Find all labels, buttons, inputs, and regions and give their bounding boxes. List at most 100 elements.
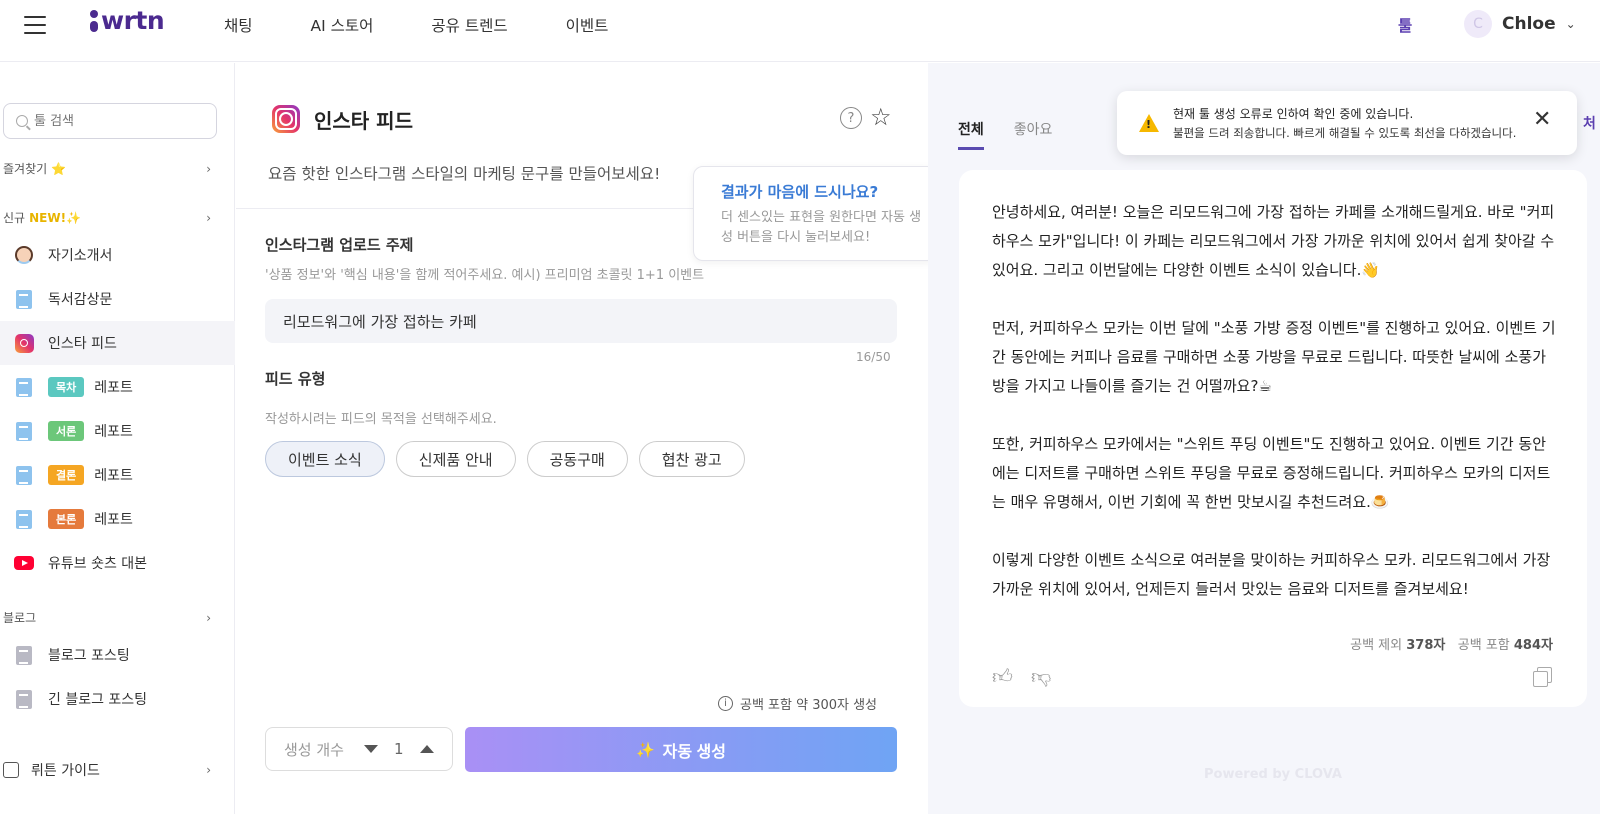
- guide-label: 뤼튼 가이드: [31, 763, 100, 779]
- chevron-right-icon: ›: [206, 161, 211, 176]
- user-menu[interactable]: C Chloe ⌄: [1464, 10, 1576, 38]
- sidebar-item-label: 독서감상문: [48, 292, 113, 308]
- chevron-right-icon: ›: [206, 763, 211, 777]
- favorites-label: 즐겨찾기: [3, 162, 48, 176]
- sidebar-item-self-intro[interactable]: 자기소개서: [0, 233, 235, 277]
- book-icon: [3, 762, 19, 778]
- new-label: 신규: [3, 211, 26, 225]
- nav-link-trends[interactable]: 공유 트렌드: [431, 14, 507, 36]
- feed-type-label: 피드 유형: [265, 370, 326, 388]
- wrtn-guide-link[interactable]: 뤼튼 가이드 ›: [3, 760, 211, 780]
- powered-by: Powered by CLOVA: [1204, 767, 1342, 782]
- nav-link-tools[interactable]: 툴: [1398, 14, 1412, 36]
- feed-type-chip-new-product[interactable]: 신제품 안내: [395, 441, 516, 477]
- document-icon: [14, 689, 34, 709]
- generation-count-stepper: 생성 개수 1: [265, 727, 453, 771]
- new-tag: NEW!✨: [29, 210, 81, 225]
- tool-search-input[interactable]: [34, 113, 204, 129]
- topic-char-counter: 16/50: [856, 350, 891, 364]
- top-navigation: wrtn 채팅 AI 스토어 공유 트렌드 이벤트 툴 C Chloe ⌄: [0, 0, 1600, 62]
- sidebar-item-insta-feed[interactable]: 인스타 피드: [0, 321, 235, 365]
- document-icon: [14, 465, 34, 485]
- sidebar-item-label: 레포트: [94, 380, 133, 396]
- user-name: Chloe: [1502, 14, 1556, 34]
- generation-count-value: 1: [393, 740, 404, 758]
- wrtn-logo[interactable]: wrtn: [90, 6, 165, 35]
- thumbs-down-icon[interactable]: 👎︎: [1031, 664, 1051, 689]
- regenerate-tooltip: 결과가 마음에 드시나요? 더 센스있는 표현을 원한다면 자동 생성 버튼을 …: [693, 166, 937, 261]
- page-title: 인스타 피드: [314, 109, 413, 133]
- toast-title: 현재 툴 생성 오류로 인하여 확인 중에 있습니다.: [1173, 107, 1414, 121]
- sidebar-item-book-review[interactable]: 독서감상문: [0, 277, 235, 321]
- badge-body: 본론: [48, 509, 85, 529]
- sidebar-item-label: 레포트: [94, 424, 133, 440]
- nav-link-ai-store[interactable]: AI 스토어: [311, 14, 374, 36]
- logo-text: wrtn: [101, 6, 165, 35]
- sidebar-item-blog-posting[interactable]: 블로그 포스팅: [0, 633, 235, 677]
- sidebar-item-report-intro[interactable]: 서론 레포트: [0, 409, 235, 453]
- thumbs-up-icon[interactable]: 👍︎: [992, 664, 1013, 689]
- feed-type-options: 이벤트 소식 신제품 안내 공동구매 협찬 광고: [265, 441, 745, 477]
- sidebar-item-label: 긴 블로그 포스팅: [48, 692, 148, 708]
- blog-label: 블로그: [3, 611, 37, 625]
- instagram-icon: [14, 333, 34, 353]
- feed-type-chip-event[interactable]: 이벤트 소식: [265, 441, 385, 477]
- nav-link-chat[interactable]: 채팅: [224, 14, 253, 36]
- close-icon[interactable]: ✕: [1533, 109, 1551, 131]
- increment-icon[interactable]: [419, 745, 434, 753]
- topic-hint: '상품 정보'와 '핵심 내용'을 함께 적어주세요. 예시) 프리미엄 초콜릿…: [265, 268, 705, 283]
- document-icon: [14, 421, 34, 441]
- result-card: 안녕하세요, 여러분! 오늘은 리모드워그에 가장 접하는 카페를 소개해드릴게…: [959, 170, 1587, 707]
- document-icon: [14, 645, 34, 665]
- generation-length-text: 공백 포함 약 300자 생성: [740, 698, 878, 713]
- magic-wand-icon: ✨: [635, 741, 655, 759]
- avatar: C: [1464, 10, 1492, 38]
- sidebar-item-report-conclusion[interactable]: 결론 레포트: [0, 453, 235, 497]
- auto-generate-button[interactable]: ✨ 자동 생성: [465, 727, 897, 772]
- sidebar-item-report-body[interactable]: 본론 레포트: [0, 497, 235, 541]
- sidebar-item-long-blog-posting[interactable]: 긴 블로그 포스팅: [0, 677, 235, 721]
- feed-type-chip-sponsored[interactable]: 협찬 광고: [638, 441, 745, 477]
- help-icon[interactable]: ?: [840, 107, 862, 129]
- youtube-icon: [14, 553, 34, 573]
- favorite-star-icon[interactable]: ☆: [870, 103, 892, 131]
- blog-section-header[interactable]: 블로그 ›: [3, 609, 211, 626]
- chevron-down-icon: ⌄: [1565, 17, 1576, 31]
- sidebar-item-label: 인스타 피드: [48, 336, 117, 352]
- char-excl-label: 공백 제외: [1350, 638, 1403, 653]
- sidebar-item-youtube-shorts[interactable]: 유튜브 숏츠 대본: [0, 541, 235, 585]
- clipped-tab-text[interactable]: 처: [1583, 113, 1596, 133]
- copy-icon[interactable]: [1533, 667, 1552, 687]
- auto-generate-label: 자동 생성: [662, 743, 726, 761]
- document-icon: [14, 289, 34, 309]
- sidebar-item-report-toc[interactable]: 목차 레포트: [0, 365, 235, 409]
- results-panel: 전체 좋아요 처 안녕하세요, 여러분! 오늘은 리모드워그에 가장 접하는 카…: [928, 63, 1600, 814]
- favorites-section-header[interactable]: 즐겨찾기 ⭐ ›: [3, 160, 211, 177]
- hamburger-menu-icon[interactable]: [24, 16, 46, 34]
- tooltip-title: 결과가 마음에 드시나요?: [721, 183, 879, 201]
- results-tabs: 전체 좋아요: [958, 119, 1052, 150]
- logo-mark-icon: [90, 9, 98, 32]
- decrement-icon[interactable]: [363, 745, 378, 753]
- nav-link-events[interactable]: 이벤트: [566, 14, 609, 36]
- char-count: 공백 제외 378자 공백 포함 484자: [1350, 634, 1553, 653]
- sidebar-item-label: 레포트: [94, 512, 133, 528]
- sidebar-item-label: 레포트: [94, 468, 133, 484]
- warning-mark: !: [1146, 118, 1152, 131]
- char-incl-value: 484자: [1513, 638, 1553, 653]
- nav-links: 채팅 AI 스토어 공유 트렌드 이벤트: [224, 14, 666, 36]
- star-emoji-icon: ⭐: [51, 161, 67, 176]
- topic-input[interactable]: 리모드워그에 가장 접하는 카페: [265, 299, 897, 343]
- sidebar: 즐겨찾기 ⭐ › 신규 NEW!✨ › 자기소개서 독서감상문 인스타 피드 목…: [0, 63, 235, 814]
- new-section-header[interactable]: 신규 NEW!✨ ›: [3, 209, 211, 226]
- tab-all[interactable]: 전체: [958, 119, 984, 150]
- tool-search[interactable]: [3, 103, 217, 139]
- tab-liked[interactable]: 좋아요: [1014, 119, 1053, 150]
- feed-type-chip-group-buy[interactable]: 공동구매: [526, 441, 628, 477]
- result-text: 안녕하세요, 여러분! 오늘은 리모드워그에 가장 접하는 카페를 소개해드릴게…: [992, 203, 1556, 598]
- document-icon: [14, 377, 34, 397]
- sidebar-item-label: 유튜브 숏츠 대본: [48, 556, 148, 572]
- person-icon: [14, 245, 34, 265]
- page-subtitle: 요즘 핫한 인스타그램 스타일의 마케팅 문구를 만들어보세요!: [268, 165, 661, 183]
- generation-length-note: i 공백 포함 약 300자 생성: [718, 694, 877, 713]
